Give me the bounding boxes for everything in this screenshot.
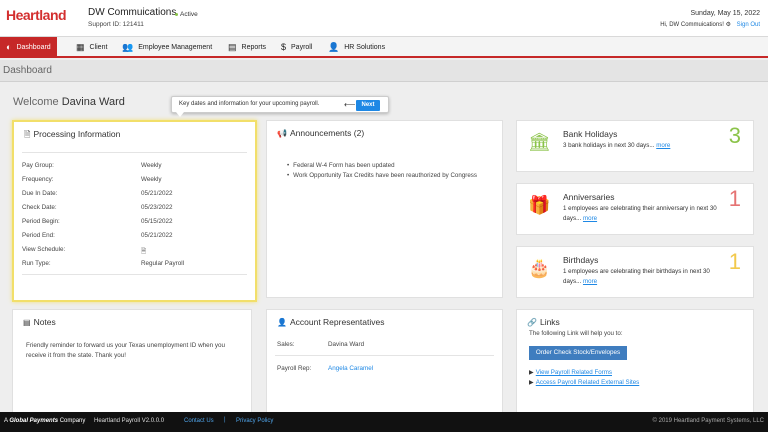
processing-information-card: 🗎 Processing Information Pay Group: Weekly… — [12, 120, 257, 302]
copyright: © 2019 Heartland Payment Systems, LLC — [652, 418, 764, 424]
gift-icon: 🎁 — [528, 195, 551, 215]
anniversaries-card: 🎁 Anniversaries 1 employees are celebrat… — [516, 183, 754, 235]
kv-view-schedule: View Schedule: 🗎 — [22, 246, 146, 255]
kv-check-date: Check Date: 05/23/2022 — [22, 204, 173, 211]
bank-holidays-desc: 3 bank holidays in next 30 days... more — [563, 142, 671, 149]
dollar-icon: $ — [281, 42, 287, 52]
user-greeting: Hi, DW Commuications! ⚙ Sign Out — [660, 22, 760, 28]
nav-dashboard[interactable]: ◐ Dashboard — [0, 37, 57, 57]
processing-title: 🗎 Processing Information — [24, 129, 121, 139]
nav-client[interactable]: ▦ Client — [76, 37, 107, 57]
kv-period-end: Period End: 05/21/2022 — [22, 232, 173, 239]
nav-employee-management[interactable]: 👥 Employee Management — [122, 37, 212, 57]
back-arrow-icon[interactable]: ⟵ — [344, 100, 355, 109]
company-name: DW Commuications — [88, 7, 177, 18]
links-intro: The following Link will help you to: — [529, 330, 623, 337]
settings-gear-icon[interactable]: ⚙ — [726, 22, 731, 28]
payroll-rep-row: Payroll Rep: Angela Caramel — [277, 365, 373, 372]
kv-frequency: Frequency: Weekly — [22, 176, 162, 183]
birthdays-title: Birthdays — [563, 255, 599, 265]
document-icon: ▤ — [228, 41, 237, 52]
birthdays-more-link[interactable]: more — [583, 278, 597, 285]
announcements-card: 📢Announcements (2) Federal W-4 Form has … — [266, 120, 503, 298]
users-icon: 👥 — [122, 41, 134, 52]
list-item: Work Opportunity Tax Credits have been r… — [287, 172, 477, 179]
notes-title: ▤ Notes — [23, 317, 56, 327]
support-id: Support ID: 121411 — [88, 21, 144, 28]
bank-holidays-card: 🏛 Bank Holidays 3 bank holidays in next … — [516, 120, 754, 172]
breadcrumb: Dashboard — [0, 60, 768, 82]
nav-payroll[interactable]: $ Payroll — [281, 37, 312, 57]
page-title: Dashboard — [3, 65, 52, 76]
welcome-message: Welcome Davina Ward — [13, 96, 125, 108]
links-title: 🔗 Links — [527, 317, 560, 327]
play-icon: ▶ — [529, 379, 534, 386]
divider — [22, 152, 247, 153]
current-date: Sunday, May 15, 2022 — [690, 10, 760, 17]
dashboard-icon: ◐ — [6, 42, 12, 52]
kv-period-begin: Period Begin: 05/15/2022 — [22, 218, 173, 225]
status-dot-icon — [175, 12, 178, 16]
nav-hr-solutions[interactable]: 👤 HR Solutions — [328, 37, 385, 57]
privacy-policy-link[interactable]: Privacy Policy — [236, 418, 273, 424]
tooltip-pointer — [176, 112, 184, 117]
anniversaries-count: 1 — [728, 186, 741, 211]
bank-holidays-more-link[interactable]: more — [656, 142, 670, 149]
sales-rep-row: Sales: Davina Ward — [277, 341, 365, 348]
account-representatives-card: 👤 Account Representatives Sales: Davina Wa… — [266, 309, 503, 419]
divider — [22, 274, 247, 275]
birthday-cake-icon: 🎂 — [528, 258, 551, 278]
kv-run-type: Run Type: Regular Payroll — [22, 260, 185, 267]
anniversaries-more-link[interactable]: more — [583, 215, 597, 222]
bank-icon: 🏛 — [528, 132, 551, 152]
account-reps-title: 👤 Account Representatives — [277, 317, 385, 327]
app-version: Heartland Payroll V2.0.0.0 — [94, 418, 165, 424]
user-icon: 👤 — [328, 41, 340, 52]
note-icon: ▤ — [23, 318, 31, 327]
list-item: Federal W-4 Form has been updated — [287, 162, 477, 169]
play-icon: ▶ — [529, 369, 534, 376]
user-icon: 👤 — [277, 318, 287, 327]
external-sites-link[interactable]: ▶ Access Payroll Related External Sites — [529, 379, 639, 386]
status-badge: Active — [175, 11, 198, 18]
view-payroll-forms-link[interactable]: ▶ View Payroll Related Forms — [529, 369, 612, 376]
order-check-stock-button[interactable]: Order Check Stock/Envelopes — [529, 346, 627, 360]
anniversaries-title: Anniversaries — [563, 192, 615, 202]
birthdays-desc: 1 employees are celebrating their birthd… — [563, 268, 710, 285]
main-nav: ◐ Dashboard ▦ Client 👥 Employee Management … — [0, 36, 768, 58]
bank-holidays-title: Bank Holidays — [563, 129, 618, 139]
birthdays-card: 🎂 Birthdays 1 employees are celebrating … — [516, 246, 754, 298]
megaphone-icon: 📢 — [277, 129, 287, 138]
notes-card: ▤ Notes Friendly reminder to forward us y… — [12, 309, 252, 419]
tooltip-next-button[interactable]: Next — [356, 100, 380, 111]
footer-divider: | — [224, 417, 226, 423]
onboarding-tooltip: Key dates and information for your upcom… — [171, 96, 389, 117]
payroll-rep-link[interactable]: Angela Caramel — [328, 365, 408, 372]
footer-brand: A Global Payments Company — [4, 418, 86, 424]
schedule-document-icon[interactable]: 🗎 — [141, 246, 221, 257]
tooltip-text: Key dates and information for your upcom… — [179, 101, 320, 107]
contact-us-link[interactable]: Contact Us — [184, 418, 214, 424]
building-icon: ▦ — [76, 41, 85, 52]
nav-reports[interactable]: ▤ Reports — [228, 37, 266, 57]
announcement-list: Federal W-4 Form has been updated Work O… — [287, 162, 477, 182]
sign-out-link[interactable]: Sign Out — [737, 22, 760, 28]
anniversaries-desc: 1 employees are celebrating their annive… — [563, 205, 717, 222]
app-header: Heartland DW Commuications Active Suppor… — [0, 0, 768, 36]
divider — [275, 355, 494, 356]
document-icon: 🗎 — [24, 130, 31, 139]
link-icon: 🔗 — [527, 318, 537, 327]
kv-pay-group: Pay Group: Weekly — [22, 162, 162, 169]
links-card: 🔗 Links The following Link will help you … — [516, 309, 754, 419]
notes-body: Friendly reminder to forward us your Tex… — [26, 342, 226, 359]
birthdays-count: 1 — [728, 249, 741, 274]
announcements-title: 📢 Announcements (2) — [277, 128, 365, 138]
heartland-logo[interactable]: Heartland — [6, 7, 67, 23]
footer: A Global Payments Company Heartland Payr… — [0, 412, 768, 432]
bank-holidays-count: 3 — [728, 123, 741, 148]
kv-due-in-date: Due In Date: 05/21/2022 — [22, 190, 173, 197]
user-name: Davina Ward — [61, 96, 125, 108]
